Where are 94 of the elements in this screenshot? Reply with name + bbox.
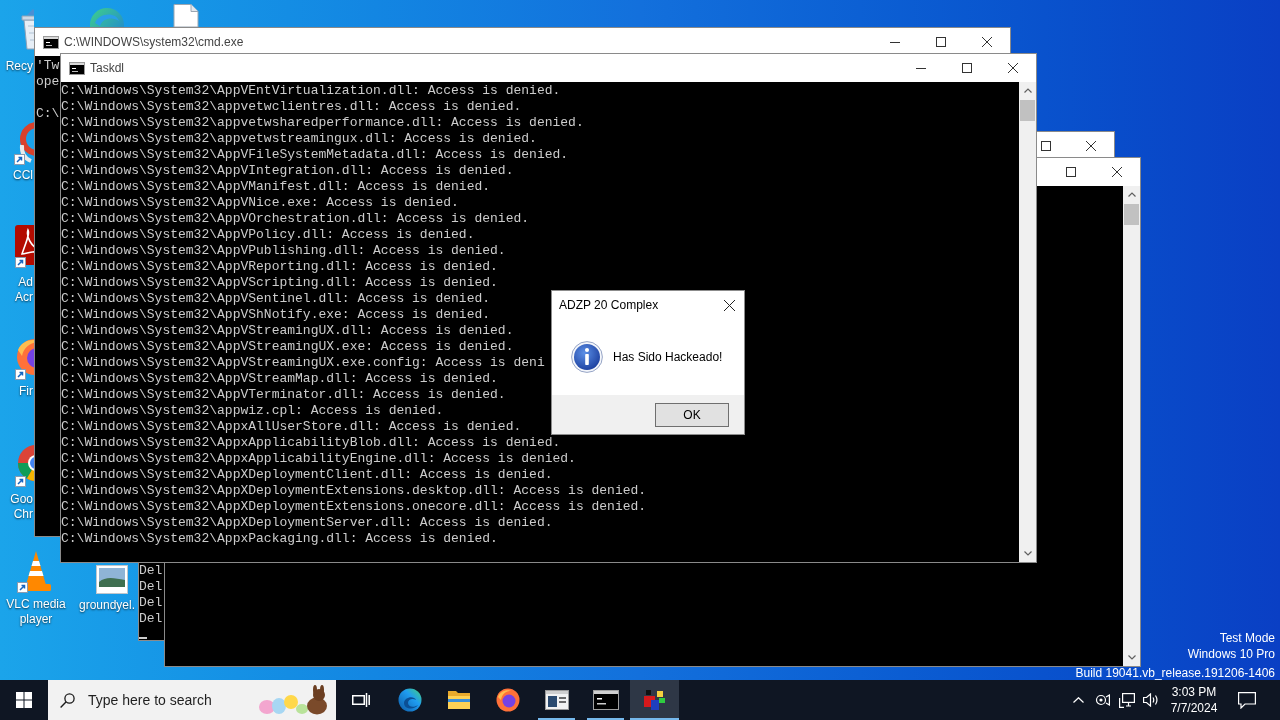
- console-line: C:\Windows\System32\AppXDeploymentExtensions.onecore.dll: Access is denied.: [61, 499, 647, 515]
- console-line: C:\Windows\System32\AppVEntVirtualization.dll: Access is denied.: [61, 83, 561, 99]
- icon-label[interactable]: CCl: [13, 168, 33, 183]
- window-app-icon: [544, 690, 569, 710]
- notification-icon: [1238, 691, 1256, 709]
- console-line: Del: [139, 595, 163, 611]
- console-line: ope: [36, 74, 60, 90]
- console-icon: [69, 61, 85, 75]
- console-line: C:\Windows\System32\AppxAllUserStore.dll: Access is denied.: [61, 419, 522, 435]
- search-icon: [60, 692, 75, 708]
- console-line: C:\Windows\System32\AppXDeploymentClient.dll: Access is denied.: [61, 467, 553, 483]
- image-file-icon[interactable]: [96, 565, 128, 594]
- console-line: C:\Windows\System32\AppVPolicy.dll: Access is denied.: [61, 227, 475, 243]
- close-icon: [982, 37, 992, 47]
- camera-icon: [1094, 693, 1110, 707]
- console-line: 'Tw: [36, 58, 60, 74]
- console-line: C:\Windows\System32\AppVIntegration.dll: Access is denied.: [61, 163, 514, 179]
- close-icon: [1112, 167, 1122, 177]
- console-line: C:\Windows\System32\AppVTerminator.dll: Access is denied.: [61, 387, 506, 403]
- minimize-icon: [916, 67, 926, 69]
- console-line: C:\Windows\System32\appvetwstreamingux.dll: Access is denied.: [61, 131, 537, 147]
- app-shortcut-icon[interactable]: [14, 224, 34, 269]
- browser-icon: [397, 688, 422, 712]
- console-line: C:\Windows\System32\AppVScripting.dll: Access is denied.: [61, 275, 498, 291]
- taskbar-app-button[interactable]: [630, 680, 679, 720]
- console-line: C:\Windows\System32\appvetwsharedperformance.dll: Access is denied.: [61, 115, 584, 131]
- dialog-title: ADZP 20 Complex: [559, 297, 659, 313]
- console-line: C:\Windows\System32\AppVPublishing.dll: Access is denied.: [61, 243, 506, 259]
- clock[interactable]: 3:03 PM 7/7/2024: [1163, 680, 1225, 720]
- window-title: Taskdl: [90, 60, 124, 76]
- chevron-up-icon[interactable]: [1023, 88, 1032, 93]
- os-notice-text: Test Mode: [1219, 630, 1275, 646]
- icon-label[interactable]: groundyel.: [79, 598, 136, 613]
- chevron-down-icon[interactable]: [1127, 655, 1136, 660]
- icon-label[interactable]: Ad Acr: [15, 275, 33, 305]
- console-line: C:\Windows\System32\appwiz.cpl: Access is denied.: [61, 403, 444, 419]
- caret-up-icon: [1072, 697, 1084, 703]
- console-line: Del: [139, 611, 163, 627]
- network-icon: [1118, 692, 1135, 708]
- window-title: C:\WINDOWS\system32\cmd.exe: [64, 34, 244, 50]
- icon-label[interactable]: Recy: [5, 59, 33, 74]
- console-line: Del: [139, 579, 163, 595]
- search-field[interactable]: Type here to search: [88, 689, 216, 711]
- volume-icon: [1143, 693, 1159, 707]
- icon-label[interactable]: VLC media player: [6, 597, 66, 627]
- console-line: C:\Windows\System32\AppVStreamingUX.dll: Access is denied.: [61, 323, 514, 339]
- close-icon: [723, 299, 735, 311]
- maximize-icon: [1041, 141, 1051, 151]
- scrollbar-thumb[interactable]: [1124, 204, 1139, 225]
- folder-icon: [446, 690, 471, 710]
- console-line: C:\Windows\System32\AppVStreamingUX.exe: Access is denied.: [61, 339, 514, 355]
- maximize-icon: [962, 63, 972, 73]
- maximize-icon: [936, 37, 946, 47]
- os-notice-text: Build 19041.vb_release.191206-1406: [1075, 666, 1275, 680]
- maximize-icon: [1066, 167, 1076, 177]
- browser-icon: [495, 688, 520, 712]
- ok-button[interactable]: OK: [655, 402, 729, 427]
- console-line: C:\Windows\System32\AppVManifest.dll: Access is denied.: [61, 179, 491, 195]
- task-view-icon: [351, 692, 370, 708]
- console-line: C:\Windows\System32\AppXDeploymentServer.dll: Access is denied.: [61, 515, 553, 531]
- chevron-up-icon[interactable]: [1127, 192, 1136, 197]
- icon-label[interactable]: Fir: [19, 384, 33, 399]
- console-line: C:\Windows\System32\AppxApplicabilityEngine.dll: Access is denied.: [61, 451, 576, 467]
- console-line: C:\Windows\System32\AppVStreamMap.dll: Access is denied.: [61, 371, 498, 387]
- chevron-down-icon[interactable]: [1023, 551, 1032, 556]
- os-notice-text: Windows 10 Pro: [1187, 646, 1275, 662]
- console-line: C:\Windows\System32\AppVSentinel.dll: Access is denied.: [61, 291, 491, 307]
- console-line: C:\Windows\System32\AppVNice.exe: Access is denied.: [61, 195, 459, 211]
- console-line: C:\Windows\System32\AppXDeploymentExtensions.desktop.dll: Access is denied.: [61, 483, 647, 499]
- console-line: C:\Windows\System32\AppxApplicabilityBlob.dll: Access is denied.: [61, 435, 561, 451]
- console-line: C:\Windows\System32\appvetwclientres.dll: Access is denied.: [61, 99, 522, 115]
- console-line: C:\Windows\System32\AppVReporting.dll: Access is denied.: [61, 259, 498, 275]
- app-shortcut-icon[interactable]: [13, 121, 34, 167]
- search-bar[interactable]: Type here to search: [48, 680, 336, 720]
- close-icon: [1086, 141, 1096, 151]
- console-line: C:\Windows\System32\AppVFileSystemMetadata.dll: Access is denied.: [61, 147, 569, 163]
- scrollbar-thumb[interactable]: [1020, 100, 1035, 121]
- console-line: Del: [139, 563, 163, 579]
- console-line: C:\Windows\System32\AppVStreamingUX.exe.config: Access is deni: [61, 355, 545, 371]
- terminal-icon: [592, 690, 619, 710]
- console-line: C:\Windows\System32\AppVOrchestration.dll: Access is denied.: [61, 211, 530, 227]
- minimize-icon: [890, 41, 900, 43]
- info-icon: [571, 341, 603, 373]
- console-line: C:\Windows\System32\AppVShNotify.exe: Access is denied.: [61, 307, 491, 323]
- console-icon: [43, 35, 59, 49]
- text-cursor-icon: [139, 637, 147, 639]
- console-line: C:\: [36, 106, 60, 122]
- icon-label[interactable]: Goo Chr: [10, 492, 33, 522]
- dialog-message: Has Sido Hackeado!: [613, 349, 723, 365]
- windows-logo-icon: [16, 692, 32, 708]
- close-icon: [1008, 63, 1018, 73]
- colored-blocks-icon: [642, 689, 667, 711]
- console-line: C:\Windows\System32\AppxPackaging.dll: Access is denied.: [61, 531, 498, 547]
- document-icon[interactable]: [172, 4, 200, 27]
